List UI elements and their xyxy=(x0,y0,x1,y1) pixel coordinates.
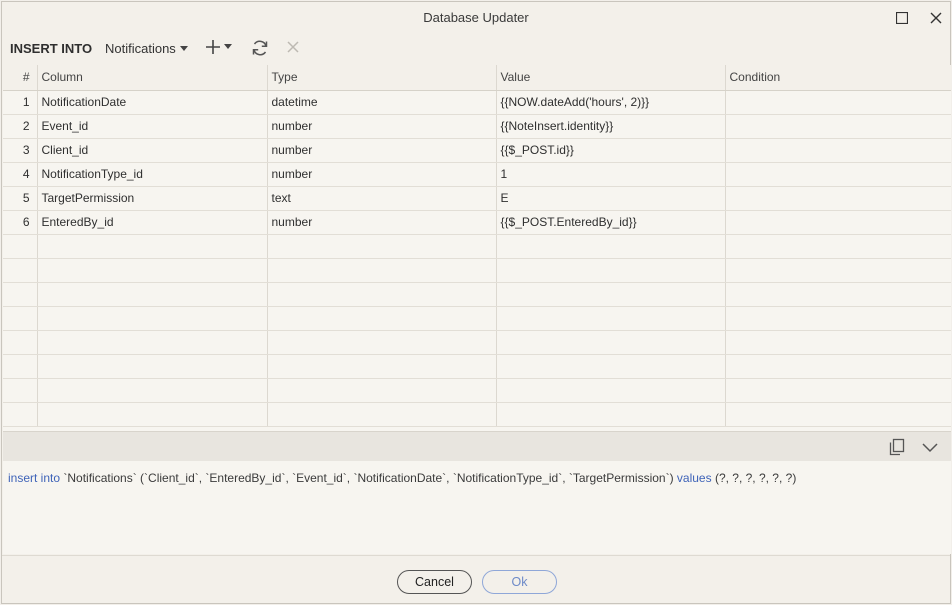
maximize-icon xyxy=(896,12,908,24)
table-name: Notifications xyxy=(105,41,176,56)
empty-row[interactable] xyxy=(3,354,951,379)
cell-condition[interactable] xyxy=(725,114,951,139)
maximize-button[interactable] xyxy=(892,8,912,28)
cell-column[interactable]: NotificationDate xyxy=(37,90,268,115)
chevron-down-icon xyxy=(922,443,938,453)
add-button[interactable] xyxy=(205,39,232,55)
cell-value[interactable]: {{$_POST.EnteredBy_id}} xyxy=(496,210,726,235)
row-num: 3 xyxy=(3,138,38,163)
cell-column[interactable]: EnteredBy_id xyxy=(37,210,268,235)
columns-table: # Column Type Value Condition 1 Notifica… xyxy=(3,65,951,427)
row-num: 4 xyxy=(3,162,38,187)
window-title: Database Updater xyxy=(423,10,529,25)
empty-row[interactable] xyxy=(3,378,951,403)
empty-row[interactable] xyxy=(3,234,951,259)
table-row[interactable]: 1 NotificationDate datetime {{NOW.dateAd… xyxy=(3,90,951,115)
cell-value[interactable]: E xyxy=(496,186,726,211)
close-button[interactable] xyxy=(926,8,946,28)
empty-row[interactable] xyxy=(3,258,951,283)
dialog-footer: Cancel Ok xyxy=(2,555,950,605)
cell-condition[interactable] xyxy=(725,90,951,115)
sql-preview: insert into `Notifications` (`Client_id`… xyxy=(3,461,951,554)
table-row[interactable]: 3 Client_id number {{$_POST.id}} xyxy=(3,138,951,163)
plus-icon xyxy=(206,40,220,54)
close-icon xyxy=(930,12,942,24)
caret-down-icon xyxy=(224,44,232,49)
row-num: 2 xyxy=(3,114,38,139)
cell-column[interactable]: Client_id xyxy=(37,138,268,163)
table-row[interactable]: 4 NotificationType_id number 1 xyxy=(3,162,951,187)
row-num: 1 xyxy=(3,90,38,115)
cell-column[interactable]: Event_id xyxy=(37,114,268,139)
header-column[interactable]: Column xyxy=(37,65,268,91)
table-row[interactable]: 5 TargetPermission text E xyxy=(3,186,951,211)
empty-row[interactable] xyxy=(3,306,951,331)
cell-type[interactable]: number xyxy=(267,114,497,139)
ok-button[interactable]: Ok xyxy=(482,570,557,594)
cell-type[interactable]: text xyxy=(267,186,497,211)
row-num: 6 xyxy=(3,210,38,235)
header-value[interactable]: Value xyxy=(496,65,726,91)
cell-type[interactable]: number xyxy=(267,138,497,163)
header-condition[interactable]: Condition xyxy=(725,65,951,91)
cancel-button[interactable]: Cancel xyxy=(397,570,472,594)
delete-icon xyxy=(287,41,299,53)
title-bar: Database Updater xyxy=(2,2,950,34)
cell-type[interactable]: number xyxy=(267,162,497,187)
database-updater-dialog: Database Updater INSERT INTO Notificatio… xyxy=(1,1,951,604)
columns-grid: # Column Type Value Condition 1 Notifica… xyxy=(3,65,951,431)
refresh-button[interactable] xyxy=(250,38,270,61)
cell-column[interactable]: NotificationType_id xyxy=(37,162,268,187)
cell-column[interactable]: TargetPermission xyxy=(37,186,268,211)
delete-button[interactable] xyxy=(285,39,301,58)
insert-into-label: INSERT INTO xyxy=(10,41,93,56)
toolbar: INSERT INTO Notifications xyxy=(2,34,950,64)
refresh-icon xyxy=(252,40,268,56)
header-row: # Column Type Value Condition xyxy=(3,65,951,91)
table-row[interactable]: 6 EnteredBy_id number {{$_POST.EnteredBy… xyxy=(3,210,951,235)
empty-row[interactable] xyxy=(3,402,951,427)
sql-body: `Notifications` (`Client_id`, `EnteredBy… xyxy=(60,471,677,485)
cell-value[interactable]: {{$_POST.id}} xyxy=(496,138,726,163)
copy-button[interactable] xyxy=(887,437,907,460)
cell-condition[interactable] xyxy=(725,186,951,211)
cell-type[interactable]: datetime xyxy=(267,90,497,115)
copy-icon xyxy=(889,438,905,456)
cell-condition[interactable] xyxy=(725,210,951,235)
table-row[interactable]: 2 Event_id number {{NoteInsert.identity}… xyxy=(3,114,951,139)
cell-type[interactable]: number xyxy=(267,210,497,235)
sql-keyword-insert: insert into xyxy=(8,471,61,485)
cell-value[interactable]: {{NOW.dateAdd('hours', 2)}} xyxy=(496,90,726,115)
cell-value[interactable]: {{NoteInsert.identity}} xyxy=(496,114,726,139)
empty-row[interactable] xyxy=(3,282,951,307)
cell-condition[interactable] xyxy=(725,138,951,163)
empty-row[interactable] xyxy=(3,330,951,355)
caret-down-icon xyxy=(179,45,188,51)
header-num: # xyxy=(3,65,38,91)
collapse-button[interactable] xyxy=(921,438,939,459)
cell-value[interactable]: 1 xyxy=(496,162,726,187)
cell-condition[interactable] xyxy=(725,162,951,187)
sql-panel-toolbar xyxy=(3,431,951,461)
sql-tail: (?, ?, ?, ?, ?, ?) xyxy=(711,471,797,485)
table-selector[interactable]: Notifications xyxy=(105,41,188,56)
header-type[interactable]: Type xyxy=(267,65,497,91)
row-num: 5 xyxy=(3,186,38,211)
sql-keyword-values: values xyxy=(676,471,712,485)
